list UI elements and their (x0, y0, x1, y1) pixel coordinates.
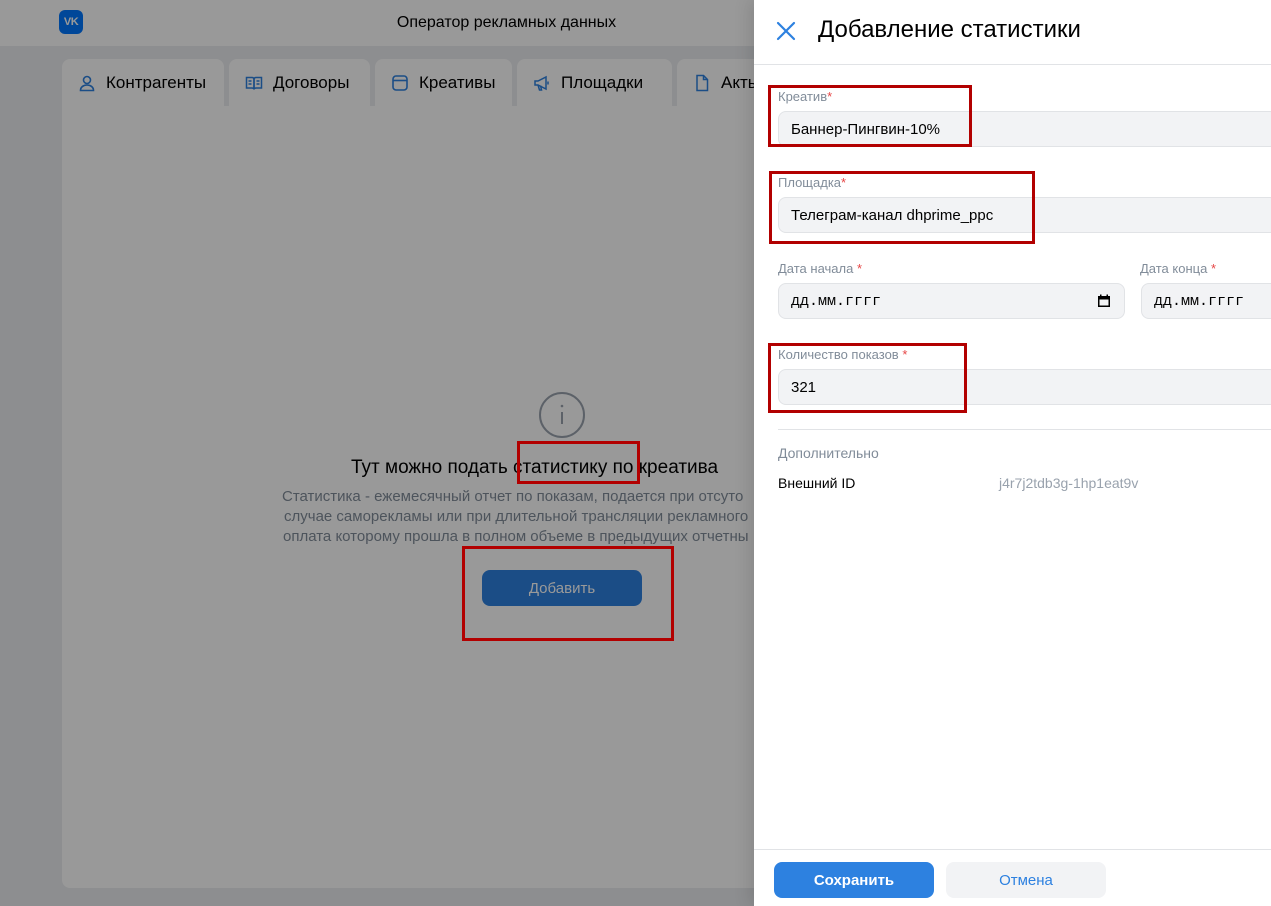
close-icon[interactable] (775, 20, 797, 42)
date-end-label-text: Дата конца (1140, 261, 1208, 276)
impressions-label-text: Количество показов (778, 347, 899, 362)
required-mark: * (856, 261, 863, 276)
divider (778, 429, 1271, 430)
panel-footer: Сохранить Отмена (754, 849, 1271, 906)
platform-label: Площадка* (778, 175, 846, 190)
date-end-label: Дата конца * (1140, 261, 1216, 276)
required-mark: * (841, 175, 847, 190)
external-id-label: Внешний ID (778, 475, 856, 491)
impressions-label: Количество показов * (778, 347, 907, 362)
platform-label-text: Площадка (778, 175, 842, 190)
calendar-icon[interactable] (1096, 293, 1112, 309)
save-button[interactable]: Сохранить (774, 862, 934, 898)
panel-header: Добавление статистики (754, 0, 1271, 65)
date-end-input[interactable]: дд.мм.гггг (1141, 283, 1271, 319)
creative-label: Креатив* (778, 89, 832, 104)
required-mark: * (902, 347, 908, 362)
creative-label-text: Креатив (778, 89, 828, 104)
panel-title: Добавление статистики (818, 16, 1081, 43)
add-statistics-panel: Добавление статистики Креатив* Площадка*… (754, 0, 1271, 906)
creative-select[interactable] (778, 111, 1271, 147)
platform-select[interactable] (778, 197, 1271, 233)
external-id-value: j4r7j2tdb3g-1hp1eat9v (999, 475, 1139, 491)
date-start-label: Дата начала * (778, 261, 862, 276)
required-mark: * (1210, 261, 1217, 276)
required-mark: * (827, 89, 833, 104)
cancel-button[interactable]: Отмена (946, 862, 1106, 898)
date-start-input[interactable]: дд.мм.гггг (778, 283, 1125, 319)
impressions-input[interactable] (778, 369, 1271, 405)
extra-section-title: Дополнительно (778, 445, 879, 461)
date-start-placeholder: дд.мм.гггг (791, 292, 882, 310)
date-start-label-text: Дата начала (778, 261, 854, 276)
date-end-placeholder: дд.мм.гггг (1154, 292, 1245, 310)
